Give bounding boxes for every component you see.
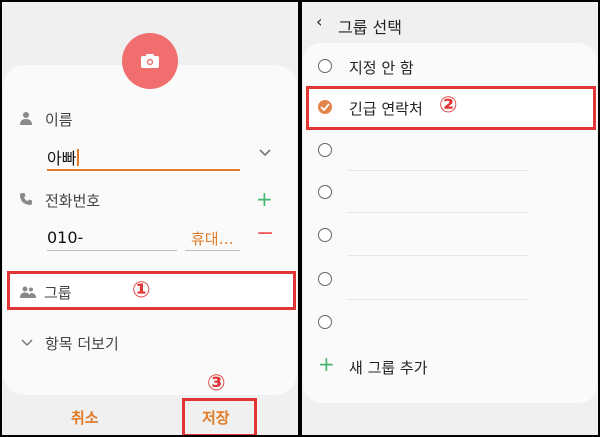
- save-button[interactable]: 저장: [202, 407, 230, 428]
- radio-none[interactable]: [318, 59, 332, 73]
- phone-field[interactable]: 010-: [47, 228, 83, 247]
- text-caret: [77, 149, 79, 166]
- phone-field-underline: [47, 250, 177, 251]
- person-icon: [20, 112, 32, 125]
- list-separator: [347, 170, 529, 171]
- option-emergency-label[interactable]: 긴급 연락처: [349, 98, 423, 119]
- group-label: 그룹: [44, 284, 72, 302]
- phone-icon: [20, 193, 32, 205]
- list-separator: [347, 255, 529, 256]
- name-label: 이름: [45, 111, 73, 129]
- list-separator: [347, 299, 529, 300]
- chevron-down-icon[interactable]: [258, 148, 272, 158]
- name-field-underline: [47, 169, 240, 171]
- remove-phone-button[interactable]: −: [256, 223, 274, 245]
- edit-contact-panel: 이름 아빠 전화번호 + 010- 휴대… − 그룹 ① 항목 더보기 ③ 취소…: [2, 2, 298, 435]
- camera-icon: [141, 54, 159, 68]
- page-title: 그룹 선택: [338, 18, 402, 37]
- step-1-marker: ①: [132, 278, 151, 303]
- add-phone-button[interactable]: +: [256, 189, 273, 209]
- group-icon: [20, 286, 36, 298]
- check-icon: [320, 103, 330, 111]
- radio-group-3[interactable]: [318, 143, 332, 157]
- radio-emergency[interactable]: [318, 100, 332, 114]
- radio-group-5[interactable]: [318, 228, 332, 242]
- cancel-button[interactable]: 취소: [71, 407, 99, 428]
- step-3-marker: ③: [207, 371, 226, 396]
- more-fields-button[interactable]: 항목 더보기: [45, 333, 119, 354]
- step-2-marker: ②: [439, 93, 458, 118]
- option-none-label[interactable]: 지정 안 함: [349, 57, 414, 78]
- phone-type-dropdown[interactable]: 휴대…: [191, 228, 234, 249]
- phone-type-underline: [185, 250, 240, 251]
- add-photo-button[interactable]: [122, 33, 178, 89]
- phone-label: 전화번호: [45, 192, 101, 210]
- radio-group-7[interactable]: [318, 315, 332, 329]
- group-row[interactable]: 그룹: [7, 271, 296, 310]
- plus-icon[interactable]: +: [318, 354, 335, 374]
- name-value: 아빠: [47, 149, 77, 168]
- name-field[interactable]: 아빠: [47, 145, 79, 169]
- back-button[interactable]: ‹: [316, 12, 322, 31]
- radio-group-6[interactable]: [318, 272, 332, 286]
- chevron-down-icon: [21, 339, 33, 347]
- group-select-panel: ‹ 그룹 선택 지정 안 함 긴급 연락처 ② + 새 그룹 추가: [302, 2, 598, 435]
- add-group-button[interactable]: 새 그룹 추가: [349, 357, 428, 378]
- radio-group-4[interactable]: [318, 185, 332, 199]
- list-separator: [347, 212, 529, 213]
